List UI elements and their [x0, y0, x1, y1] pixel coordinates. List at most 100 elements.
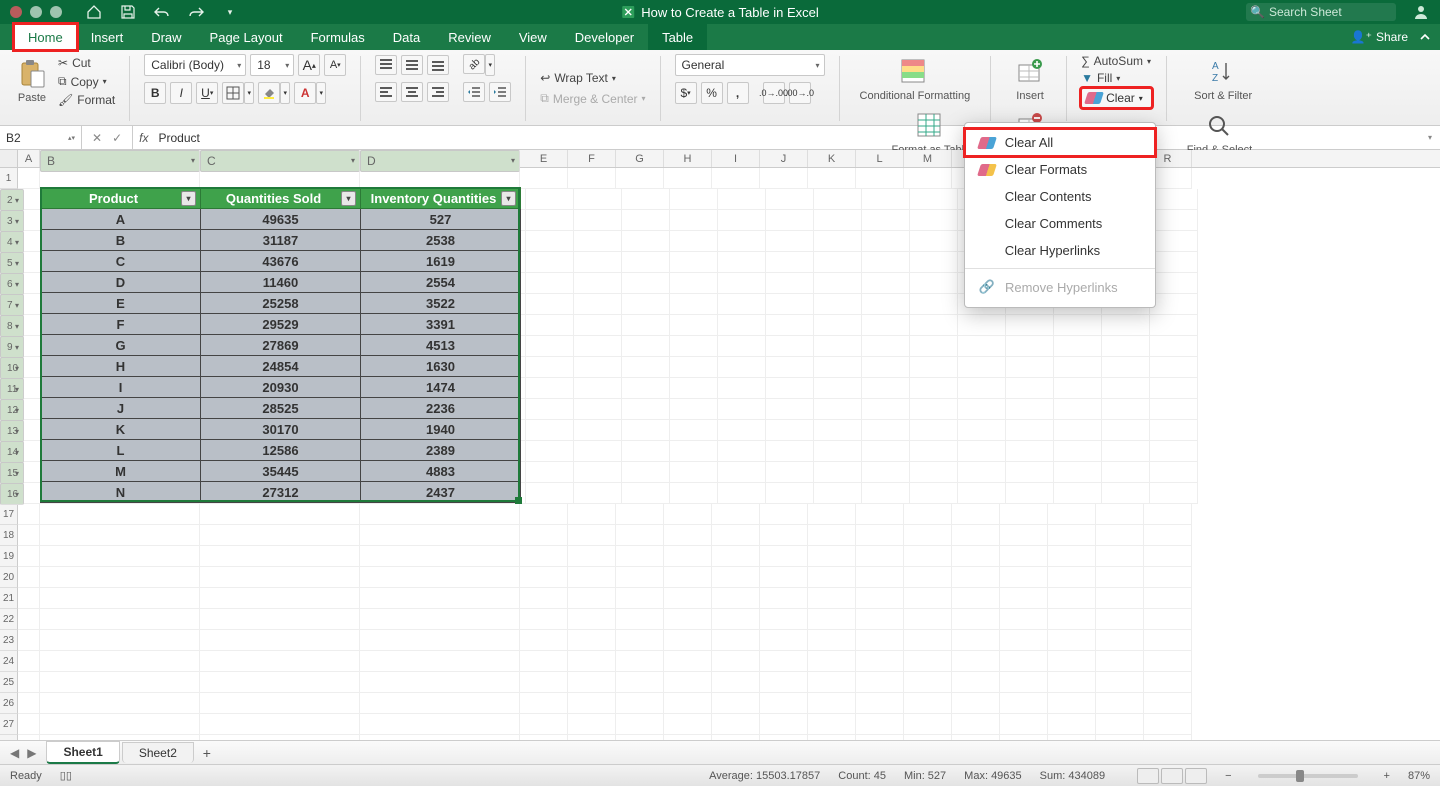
- zoom-window-icon[interactable]: [50, 6, 62, 18]
- table-cell[interactable]: G: [41, 335, 201, 356]
- table-cell[interactable]: 527: [361, 209, 521, 230]
- row-header-3[interactable]: 3: [0, 210, 24, 232]
- minimize-window-icon[interactable]: [30, 6, 42, 18]
- tab-insert[interactable]: Insert: [77, 24, 138, 50]
- table-cell[interactable]: 4883: [361, 461, 521, 482]
- table-cell[interactable]: 20930: [201, 377, 361, 398]
- tab-table[interactable]: Table: [648, 24, 707, 50]
- fill-color-dropdown[interactable]: ▾: [280, 82, 290, 104]
- column-header-I[interactable]: I: [712, 150, 760, 167]
- zoom-level[interactable]: 87%: [1408, 770, 1430, 782]
- row-header-14[interactable]: 14: [0, 441, 24, 463]
- wrap-text-button[interactable]: ↩Wrap Text ▾: [540, 71, 645, 85]
- table-cell[interactable]: B: [41, 230, 201, 251]
- fill-button[interactable]: ▼Fill ▾: [1081, 71, 1152, 85]
- menu-clear-formats[interactable]: Clear Formats: [965, 156, 1155, 183]
- decrease-font-button[interactable]: A▾: [324, 54, 346, 76]
- qat-customize-icon[interactable]: ▾: [222, 4, 238, 20]
- tab-formulas[interactable]: Formulas: [297, 24, 379, 50]
- table-cell[interactable]: A: [41, 209, 201, 230]
- select-all-corner[interactable]: [0, 150, 18, 167]
- row-header-28[interactable]: 28: [0, 735, 18, 740]
- comma-button[interactable]: ,: [727, 82, 749, 104]
- cancel-formula-icon[interactable]: ✕: [92, 131, 102, 145]
- column-header-B[interactable]: B: [40, 150, 200, 172]
- increase-font-button[interactable]: A▴: [298, 54, 320, 76]
- row-header-12[interactable]: 12: [0, 399, 24, 421]
- align-right-button[interactable]: [427, 82, 449, 102]
- zoom-out-button[interactable]: −: [1225, 770, 1231, 782]
- sheet-nav-next-icon[interactable]: ▶: [27, 746, 36, 760]
- fx-icon[interactable]: fx: [133, 131, 154, 145]
- formula-input[interactable]: Product: [154, 131, 203, 145]
- column-header-J[interactable]: J: [760, 150, 808, 167]
- table-cell[interactable]: 28525: [201, 398, 361, 419]
- enter-formula-icon[interactable]: ✓: [112, 131, 122, 145]
- number-format-select[interactable]: General: [675, 54, 825, 76]
- row-header-15[interactable]: 15: [0, 462, 24, 484]
- column-header-H[interactable]: H: [664, 150, 712, 167]
- table-cell[interactable]: 2554: [361, 272, 521, 293]
- table-cell[interactable]: H: [41, 356, 201, 377]
- share-button[interactable]: 👤⁺Share: [1351, 30, 1408, 44]
- align-top-button[interactable]: [375, 55, 397, 75]
- sheet-tab-sheet2[interactable]: Sheet2: [122, 742, 194, 763]
- menu-clear-all[interactable]: Clear All: [965, 129, 1155, 156]
- undo-icon[interactable]: [154, 4, 170, 20]
- tab-developer[interactable]: Developer: [561, 24, 648, 50]
- row-header-21[interactable]: 21: [0, 588, 18, 609]
- row-header-1[interactable]: 1: [0, 168, 18, 189]
- insert-cells-button[interactable]: Insert: [1008, 54, 1052, 104]
- table-cell[interactable]: 4513: [361, 335, 521, 356]
- format-painter-button[interactable]: 🖌Format: [58, 93, 115, 107]
- redo-icon[interactable]: [188, 4, 204, 20]
- table-cell[interactable]: K: [41, 419, 201, 440]
- align-center-button[interactable]: [401, 82, 423, 102]
- worksheet-grid[interactable]: ABCDEFGHIJKLMNOPQR 123456789101112131415…: [0, 150, 1440, 740]
- column-header-A[interactable]: A: [18, 150, 40, 167]
- column-header-F[interactable]: F: [568, 150, 616, 167]
- table-cell[interactable]: E: [41, 293, 201, 314]
- menu-clear-comments[interactable]: Clear Comments: [965, 210, 1155, 237]
- row-header-9[interactable]: 9: [0, 336, 24, 358]
- table-cell[interactable]: 29529: [201, 314, 361, 335]
- add-sheet-button[interactable]: +: [196, 745, 218, 761]
- table-cell[interactable]: 49635: [201, 209, 361, 230]
- table-cell[interactable]: 35445: [201, 461, 361, 482]
- table-cell[interactable]: 27312: [201, 482, 361, 503]
- filter-dropdown[interactable]: ▾: [181, 191, 196, 206]
- table-cell[interactable]: 2389: [361, 440, 521, 461]
- filter-dropdown[interactable]: ▾: [501, 191, 516, 206]
- percent-button[interactable]: %: [701, 82, 723, 104]
- row-header-25[interactable]: 25: [0, 672, 18, 693]
- column-header-G[interactable]: G: [616, 150, 664, 167]
- currency-button[interactable]: $▾: [675, 82, 697, 104]
- table-cell[interactable]: M: [41, 461, 201, 482]
- sheet-nav-prev-icon[interactable]: ◀: [10, 746, 19, 760]
- table-cell[interactable]: 25258: [201, 293, 361, 314]
- table-cell[interactable]: 2538: [361, 230, 521, 251]
- table-cell[interactable]: C: [41, 251, 201, 272]
- borders-dropdown[interactable]: ▾: [244, 82, 254, 104]
- menu-clear-contents[interactable]: Clear Contents: [965, 183, 1155, 210]
- row-header-24[interactable]: 24: [0, 651, 18, 672]
- tab-view[interactable]: View: [505, 24, 561, 50]
- table-cell[interactable]: 2236: [361, 398, 521, 419]
- table-cell[interactable]: L: [41, 440, 201, 461]
- row-header-26[interactable]: 26: [0, 693, 18, 714]
- decrease-decimal-button[interactable]: .00→.0: [789, 82, 811, 104]
- autosum-button[interactable]: ∑AutoSum ▾: [1081, 54, 1152, 68]
- font-color-dropdown[interactable]: ▾: [316, 82, 326, 104]
- table-cell[interactable]: 1474: [361, 377, 521, 398]
- row-header-20[interactable]: 20: [0, 567, 18, 588]
- zoom-slider[interactable]: [1258, 774, 1358, 778]
- macro-record-icon[interactable]: ▯▯: [60, 769, 72, 782]
- close-window-icon[interactable]: [10, 6, 22, 18]
- row-header-7[interactable]: 7: [0, 294, 24, 316]
- zoom-in-button[interactable]: +: [1384, 770, 1390, 782]
- table-cell[interactable]: F: [41, 314, 201, 335]
- font-size-select[interactable]: 18: [250, 54, 294, 76]
- formula-expand-icon[interactable]: ▾: [1420, 133, 1440, 142]
- clear-button[interactable]: Clear▾: [1081, 88, 1152, 108]
- sheet-tab-sheet1[interactable]: Sheet1: [46, 741, 119, 764]
